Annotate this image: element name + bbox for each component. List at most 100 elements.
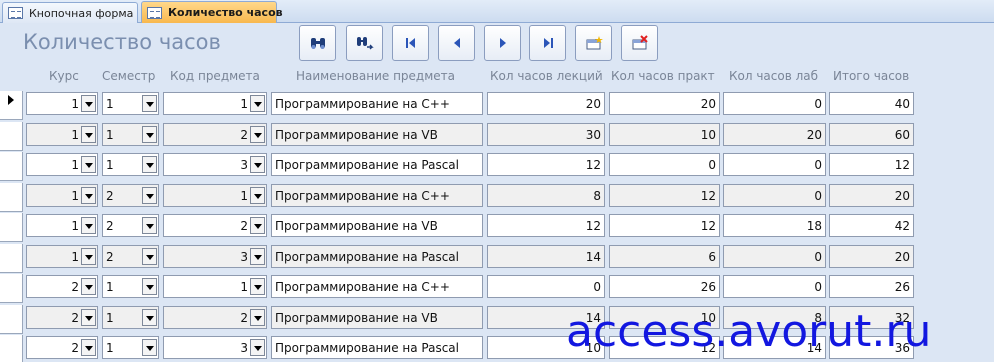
course-combo[interactable]: 2 xyxy=(26,275,98,298)
subject-code-combo[interactable]: 2 xyxy=(163,214,267,237)
subject-name-field[interactable]: Программирование на Pascal xyxy=(271,336,483,359)
find-button[interactable] xyxy=(299,25,336,61)
lecture-hours-field[interactable]: 12 xyxy=(487,214,605,237)
chevron-down-icon[interactable] xyxy=(250,187,265,204)
lecture-hours-field[interactable]: 0 xyxy=(487,275,605,298)
chevron-down-icon[interactable] xyxy=(81,156,96,173)
chevron-down-icon[interactable] xyxy=(250,126,265,143)
chevron-down-icon[interactable] xyxy=(81,126,96,143)
chevron-down-icon[interactable] xyxy=(250,217,265,234)
chevron-down-icon[interactable] xyxy=(81,278,96,295)
lab-hours-field[interactable]: 20 xyxy=(723,123,826,146)
chevron-down-icon[interactable] xyxy=(142,339,157,356)
total-hours-field[interactable]: 26 xyxy=(829,275,914,298)
semester-combo[interactable]: 1 xyxy=(102,275,159,298)
chevron-down-icon[interactable] xyxy=(250,95,265,112)
record-selector[interactable] xyxy=(0,183,23,212)
record-selector[interactable] xyxy=(0,305,23,334)
course-combo[interactable]: 1 xyxy=(26,153,98,176)
chevron-down-icon[interactable] xyxy=(81,95,96,112)
lecture-hours-field[interactable]: 30 xyxy=(487,123,605,146)
chevron-down-icon[interactable] xyxy=(142,156,157,173)
lecture-hours-field[interactable]: 14 xyxy=(487,245,605,268)
total-hours-field[interactable]: 42 xyxy=(829,214,914,237)
subject-name-field[interactable]: Программирование на Pascal xyxy=(271,153,483,176)
lab-hours-field[interactable]: 0 xyxy=(723,275,826,298)
subject-name-field[interactable]: Программирование на Pascal xyxy=(271,245,483,268)
subject-name-field[interactable]: Программирование на VB xyxy=(271,306,483,329)
lab-hours-field[interactable]: 0 xyxy=(723,184,826,207)
chevron-down-icon[interactable] xyxy=(142,248,157,265)
chevron-down-icon[interactable] xyxy=(250,339,265,356)
subject-name-field[interactable]: Программирование на VB xyxy=(271,123,483,146)
lecture-hours-field[interactable]: 20 xyxy=(487,92,605,115)
practice-hours-field[interactable]: 0 xyxy=(609,153,720,176)
chevron-down-icon[interactable] xyxy=(142,278,157,295)
subject-code-combo[interactable]: 3 xyxy=(163,153,267,176)
chevron-down-icon[interactable] xyxy=(142,187,157,204)
chevron-down-icon[interactable] xyxy=(142,95,157,112)
subject-name-field[interactable]: Программирование на С++ xyxy=(271,275,483,298)
record-selector[interactable] xyxy=(0,213,23,242)
lecture-hours-field[interactable]: 12 xyxy=(487,153,605,176)
semester-combo[interactable]: 1 xyxy=(102,92,159,115)
course-combo[interactable]: 1 xyxy=(26,245,98,268)
practice-hours-field[interactable]: 12 xyxy=(609,214,720,237)
first-record-button[interactable] xyxy=(392,25,429,61)
chevron-down-icon[interactable] xyxy=(250,309,265,326)
semester-combo[interactable]: 2 xyxy=(102,245,159,268)
total-hours-field[interactable]: 40 xyxy=(829,92,914,115)
semester-combo[interactable]: 2 xyxy=(102,214,159,237)
subject-code-combo[interactable]: 3 xyxy=(163,245,267,268)
subject-code-combo[interactable]: 1 xyxy=(163,92,267,115)
chevron-down-icon[interactable] xyxy=(81,217,96,234)
subject-name-field[interactable]: Программирование на С++ xyxy=(271,92,483,115)
chevron-down-icon[interactable] xyxy=(250,278,265,295)
tab-hours-count[interactable]: Количество часов xyxy=(141,1,283,23)
total-hours-field[interactable]: 20 xyxy=(829,245,914,268)
subject-code-combo[interactable]: 3 xyxy=(163,336,267,359)
subject-code-combo[interactable]: 2 xyxy=(163,123,267,146)
semester-combo[interactable]: 1 xyxy=(102,153,159,176)
course-combo[interactable]: 1 xyxy=(26,92,98,115)
record-selector[interactable] xyxy=(0,335,23,362)
delete-record-button[interactable] xyxy=(621,25,658,61)
tab-switchboard-form[interactable]: Кнопочная форма xyxy=(2,2,138,23)
semester-combo[interactable]: 1 xyxy=(102,306,159,329)
next-record-button[interactable] xyxy=(484,25,521,61)
practice-hours-field[interactable]: 12 xyxy=(609,184,720,207)
subject-code-combo[interactable]: 1 xyxy=(163,184,267,207)
total-hours-field[interactable]: 12 xyxy=(829,153,914,176)
lecture-hours-field[interactable]: 8 xyxy=(487,184,605,207)
practice-hours-field[interactable]: 6 xyxy=(609,245,720,268)
record-selector[interactable] xyxy=(0,244,23,273)
practice-hours-field[interactable]: 26 xyxy=(609,275,720,298)
subject-code-combo[interactable]: 2 xyxy=(163,306,267,329)
semester-combo[interactable]: 1 xyxy=(102,123,159,146)
course-combo[interactable]: 1 xyxy=(26,123,98,146)
chevron-down-icon[interactable] xyxy=(81,187,96,204)
chevron-down-icon[interactable] xyxy=(142,217,157,234)
practice-hours-field[interactable]: 10 xyxy=(609,123,720,146)
course-combo[interactable]: 1 xyxy=(26,184,98,207)
lab-hours-field[interactable]: 0 xyxy=(723,92,826,115)
find-next-button[interactable] xyxy=(346,25,383,61)
last-record-button[interactable] xyxy=(529,25,566,61)
chevron-down-icon[interactable] xyxy=(81,309,96,326)
semester-combo[interactable]: 2 xyxy=(102,184,159,207)
previous-record-button[interactable] xyxy=(438,25,475,61)
subject-name-field[interactable]: Программирование на VB xyxy=(271,214,483,237)
chevron-down-icon[interactable] xyxy=(250,248,265,265)
course-combo[interactable]: 1 xyxy=(26,214,98,237)
record-selector[interactable] xyxy=(0,91,23,120)
lab-hours-field[interactable]: 0 xyxy=(723,245,826,268)
chevron-down-icon[interactable] xyxy=(81,339,96,356)
record-selector[interactable] xyxy=(0,274,23,303)
lab-hours-field[interactable]: 18 xyxy=(723,214,826,237)
lab-hours-field[interactable]: 0 xyxy=(723,153,826,176)
course-combo[interactable]: 2 xyxy=(26,336,98,359)
chevron-down-icon[interactable] xyxy=(81,248,96,265)
subject-code-combo[interactable]: 1 xyxy=(163,275,267,298)
record-selector[interactable] xyxy=(0,122,23,151)
practice-hours-field[interactable]: 20 xyxy=(609,92,720,115)
